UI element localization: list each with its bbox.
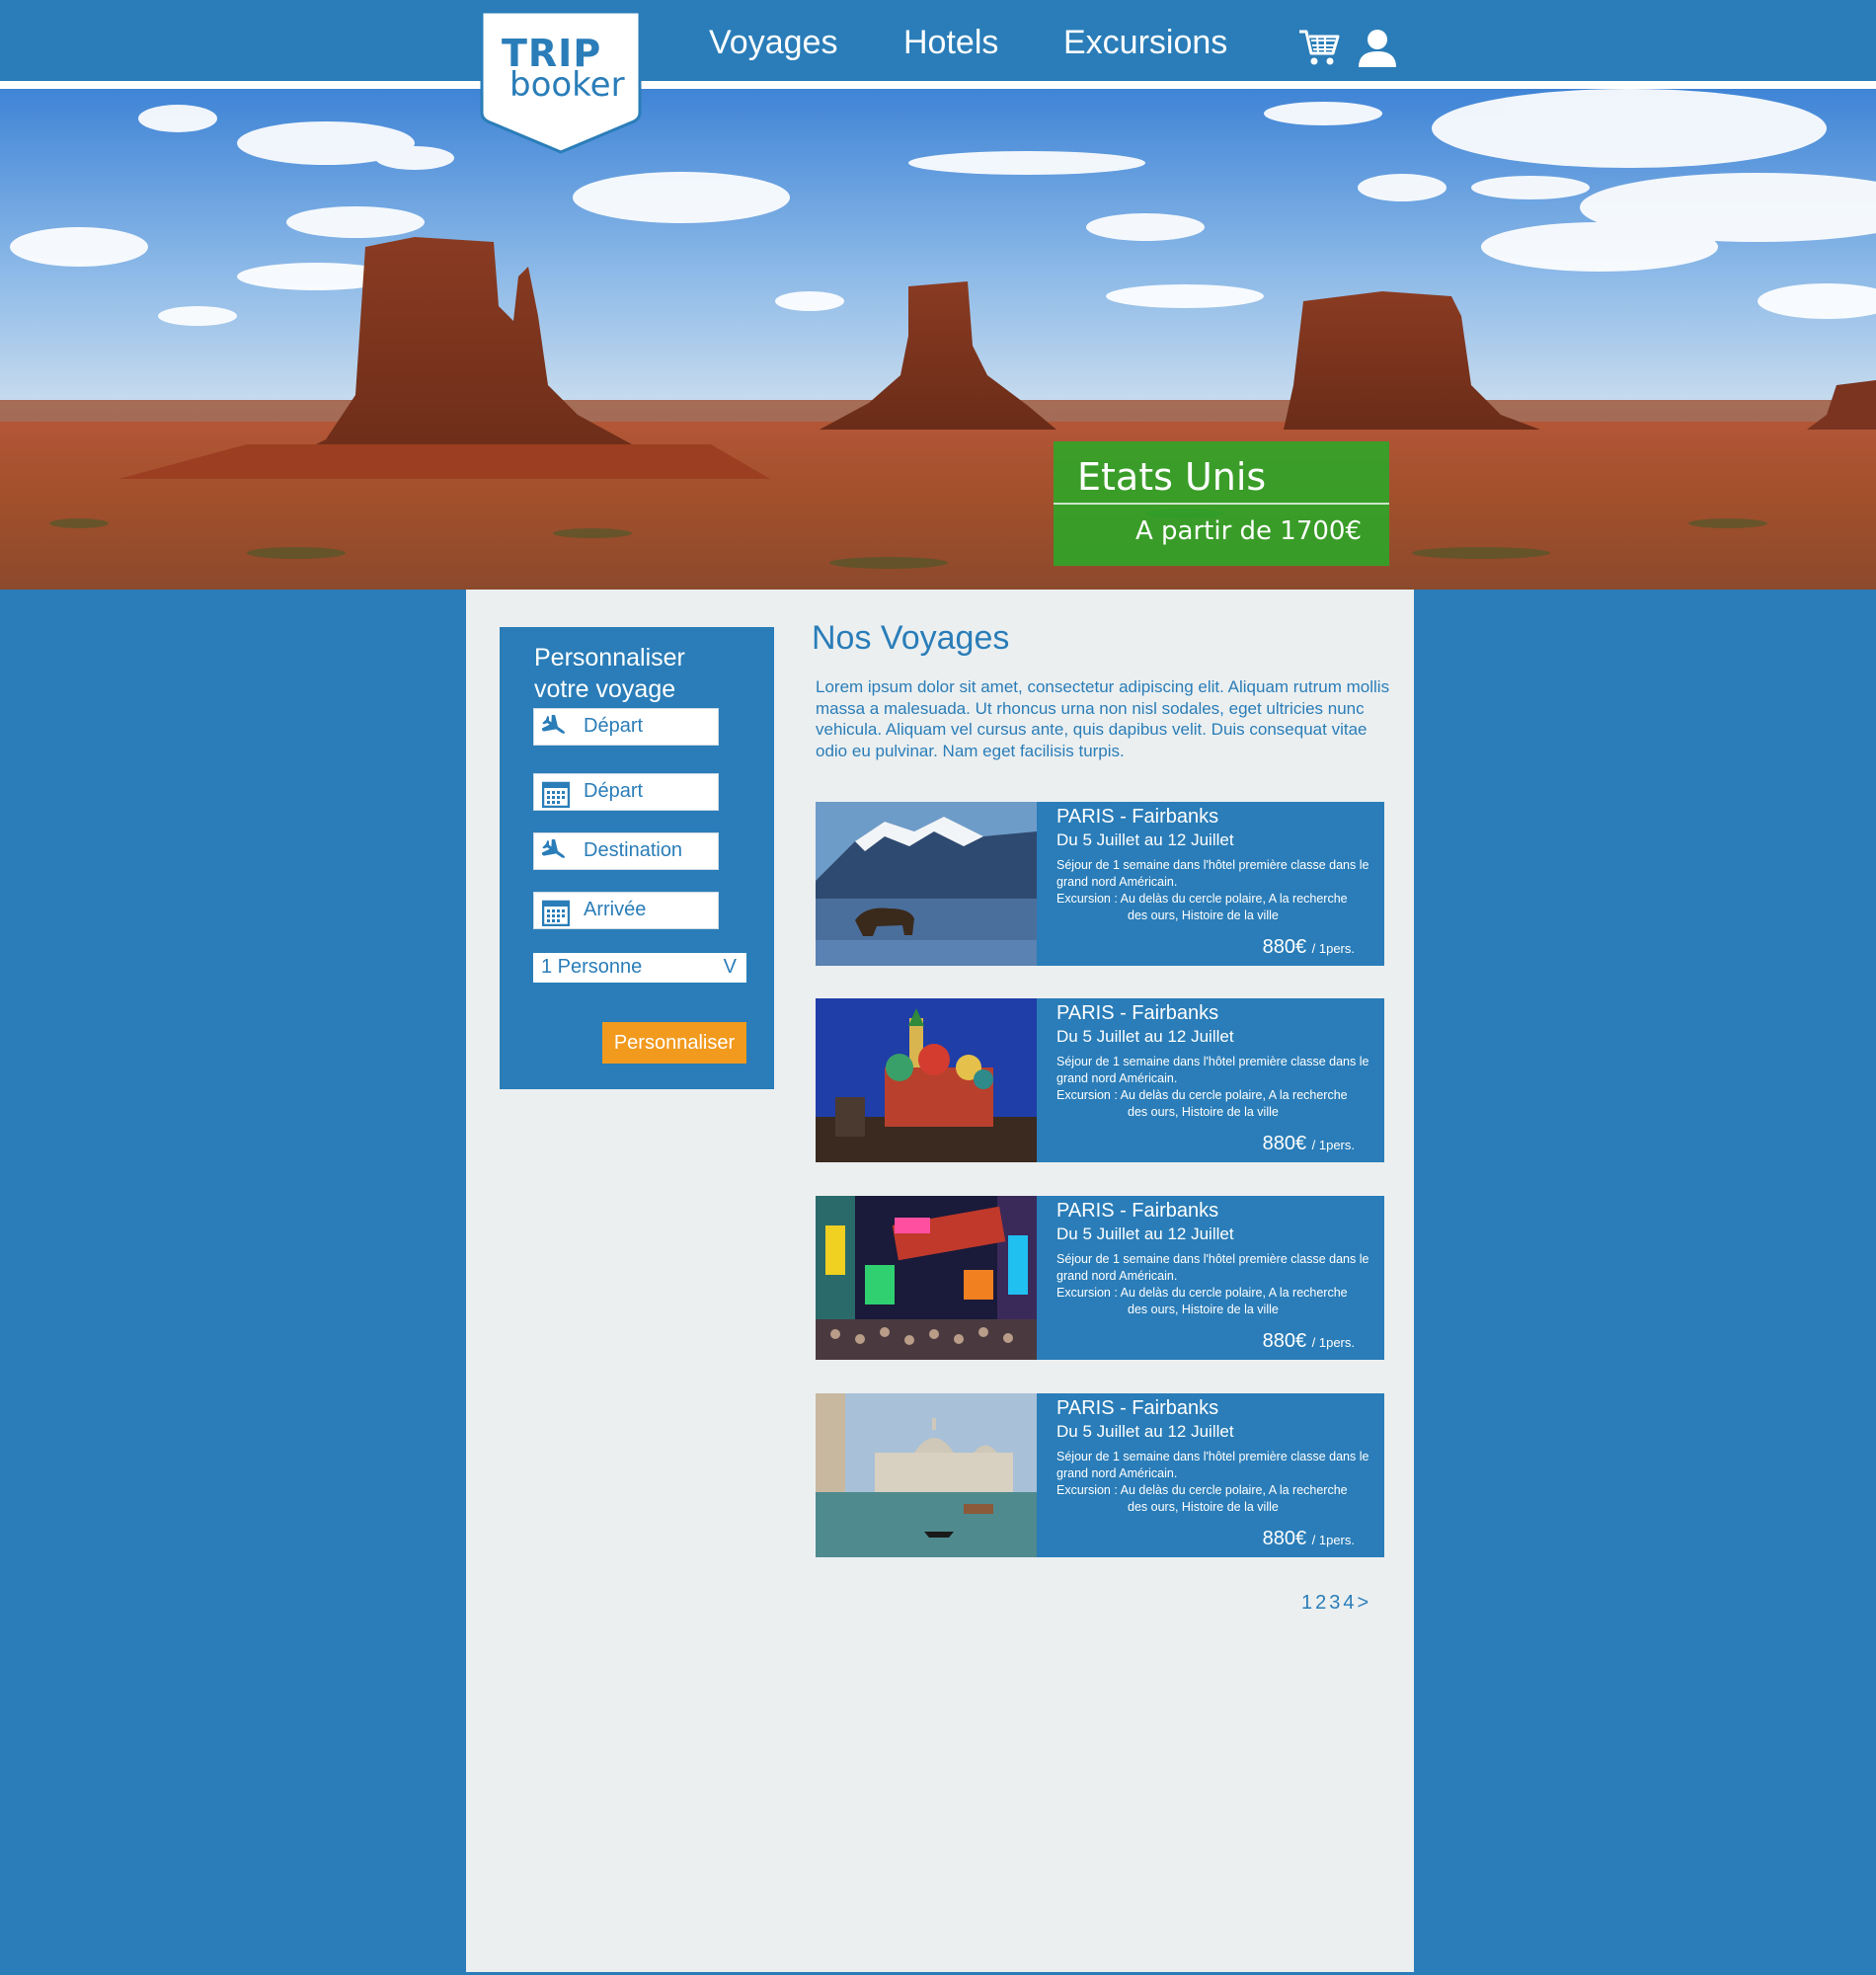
trip-price-unit: / 1pers. bbox=[1311, 1335, 1355, 1350]
trip-excursion-line1: Excursion : Au delàs du cercle polaire, … bbox=[1056, 1088, 1348, 1102]
trip-route: PARIS - Fairbanks bbox=[1056, 1397, 1219, 1419]
next-page-link[interactable]: > bbox=[1358, 1592, 1369, 1614]
header-divider bbox=[0, 81, 1876, 89]
promo-price: A partir de 1700€ bbox=[1134, 516, 1362, 546]
content-panel: Personnaliser votre voyage Départ Départ… bbox=[466, 590, 1414, 1972]
trip-excursion-line1: Excursion : Au delàs du cercle polaire, … bbox=[1056, 1286, 1348, 1300]
intro-text: Lorem ipsum dolor sit amet, consectetur … bbox=[816, 677, 1390, 760]
user-icon[interactable] bbox=[1357, 28, 1398, 69]
monument-valley-landscape bbox=[0, 89, 1876, 590]
trip-route: PARIS - Fairbanks bbox=[1056, 1002, 1219, 1024]
persons-value: 1 Personne bbox=[541, 956, 643, 978]
trip-excursion-line2: des ours, Histoire de la ville bbox=[1128, 908, 1279, 922]
trip-image-tokyo bbox=[816, 1196, 1037, 1360]
departure-date-label: Départ bbox=[584, 780, 644, 802]
trip-excursion: Excursion : Au delàs du cercle polaire, … bbox=[1056, 1482, 1378, 1516]
personnaliser-button[interactable]: Personnaliser bbox=[602, 1022, 746, 1064]
trip-excursion: Excursion : Au delàs du cercle polaire, … bbox=[1056, 891, 1378, 924]
trip-dates: Du 5 Juillet au 12 Juillet bbox=[1056, 1027, 1234, 1046]
plane-icon bbox=[540, 712, 570, 741]
trip-dates: Du 5 Juillet au 12 Juillet bbox=[1056, 1224, 1234, 1243]
departure-city-field[interactable]: Départ bbox=[533, 708, 719, 746]
page-link-4[interactable]: 4 bbox=[1343, 1592, 1354, 1614]
trip-excursion-line2: des ours, Histoire de la ville bbox=[1128, 1303, 1279, 1316]
trip-description: Séjour de 1 semaine dans l'hôtel premièr… bbox=[1056, 1450, 1369, 1480]
trip-price-value: 880€ bbox=[1262, 1330, 1307, 1352]
page-link-1[interactable]: 1 bbox=[1301, 1592, 1312, 1614]
cart-icon[interactable] bbox=[1297, 28, 1341, 67]
trip-excursion: Excursion : Au delàs du cercle polaire, … bbox=[1056, 1285, 1378, 1318]
trip-route: PARIS - Fairbanks bbox=[1056, 1200, 1219, 1222]
tripbooker-logo[interactable]: TRIP booker bbox=[480, 10, 642, 154]
trip-price-unit: / 1pers. bbox=[1311, 941, 1355, 956]
trip-excursion-line2: des ours, Histoire de la ville bbox=[1128, 1500, 1279, 1514]
chevron-down-icon: V bbox=[723, 956, 737, 978]
nav-hotels[interactable]: Hotels bbox=[903, 24, 998, 62]
trip-excursion-line2: des ours, Histoire de la ville bbox=[1128, 1105, 1279, 1119]
trip-card[interactable]: PARIS - Fairbanks Du 5 Juillet au 12 Jui… bbox=[816, 1196, 1384, 1360]
trip-excursion-line1: Excursion : Au delàs du cercle polaire, … bbox=[1056, 1483, 1348, 1497]
destination-field[interactable]: Destination bbox=[533, 832, 719, 870]
promo-title: Etats Unis bbox=[1077, 455, 1267, 499]
trip-price: 880€ / 1pers. bbox=[1263, 1528, 1355, 1550]
trip-excursion: Excursion : Au delàs du cercle polaire, … bbox=[1056, 1087, 1378, 1121]
trip-card[interactable]: PARIS - Fairbanks Du 5 Juillet au 12 Jui… bbox=[816, 1393, 1384, 1557]
trip-description: Séjour de 1 semaine dans l'hôtel premièr… bbox=[1056, 858, 1369, 889]
trip-image-venice bbox=[816, 1393, 1037, 1557]
trip-dates: Du 5 Juillet au 12 Juillet bbox=[1056, 830, 1234, 849]
trip-dates: Du 5 Juillet au 12 Juillet bbox=[1056, 1422, 1234, 1441]
trip-price: 880€ / 1pers. bbox=[1263, 1133, 1355, 1155]
trip-price-unit: / 1pers. bbox=[1311, 1533, 1355, 1547]
nav-voyages[interactable]: Voyages bbox=[709, 24, 837, 62]
customize-trip-form: Personnaliser votre voyage Départ Départ… bbox=[500, 627, 774, 1089]
form-title-line2: votre voyage bbox=[534, 675, 676, 703]
destination-label: Destination bbox=[584, 839, 683, 861]
calendar-icon bbox=[541, 780, 571, 809]
trip-description: Séjour de 1 semaine dans l'hôtel premièr… bbox=[1056, 1252, 1369, 1283]
trip-excursion-line1: Excursion : Au delàs du cercle polaire, … bbox=[1056, 892, 1348, 906]
trip-price-value: 880€ bbox=[1262, 1133, 1307, 1154]
trip-image-bear bbox=[816, 802, 1037, 966]
promo-box[interactable]: Etats Unis A partir de 1700€ bbox=[1054, 441, 1389, 566]
page-link-2[interactable]: 2 bbox=[1315, 1592, 1326, 1614]
departure-city-label: Départ bbox=[584, 715, 644, 737]
logo-booker-text: booker bbox=[509, 65, 625, 105]
nav-excursions[interactable]: Excursions bbox=[1063, 24, 1227, 62]
plane-icon bbox=[540, 836, 570, 865]
trip-card[interactable]: PARIS - Fairbanks Du 5 Juillet au 12 Jui… bbox=[816, 802, 1384, 966]
trip-card[interactable]: PARIS - Fairbanks Du 5 Juillet au 12 Jui… bbox=[816, 998, 1384, 1162]
trip-price-unit: / 1pers. bbox=[1311, 1138, 1355, 1152]
calendar-icon bbox=[541, 899, 571, 927]
arrival-date-label: Arrivée bbox=[584, 899, 647, 920]
departure-date-field[interactable]: Départ bbox=[533, 773, 719, 811]
page-link-3[interactable]: 3 bbox=[1329, 1592, 1340, 1614]
trip-image-moscow bbox=[816, 998, 1037, 1162]
arrival-date-field[interactable]: Arrivée bbox=[533, 892, 719, 929]
page-title: Nos Voyages bbox=[812, 619, 1010, 657]
trip-description: Séjour de 1 semaine dans l'hôtel premièr… bbox=[1056, 1055, 1369, 1085]
persons-select[interactable]: 1 Personne V bbox=[533, 953, 746, 983]
form-title-line1: Personnaliser bbox=[534, 644, 685, 672]
trip-route: PARIS - Fairbanks bbox=[1056, 806, 1219, 828]
pagination: 1 2 3 4 > bbox=[1301, 1592, 1371, 1615]
trip-price: 880€ / 1pers. bbox=[1263, 1330, 1355, 1353]
trip-price-value: 880€ bbox=[1262, 936, 1307, 958]
promo-divider bbox=[1054, 503, 1389, 505]
trip-price: 880€ / 1pers. bbox=[1263, 936, 1355, 959]
form-title: Personnaliser votre voyage bbox=[534, 642, 761, 705]
hero-banner: Etats Unis A partir de 1700€ bbox=[0, 89, 1876, 590]
trip-price-value: 880€ bbox=[1262, 1528, 1307, 1549]
